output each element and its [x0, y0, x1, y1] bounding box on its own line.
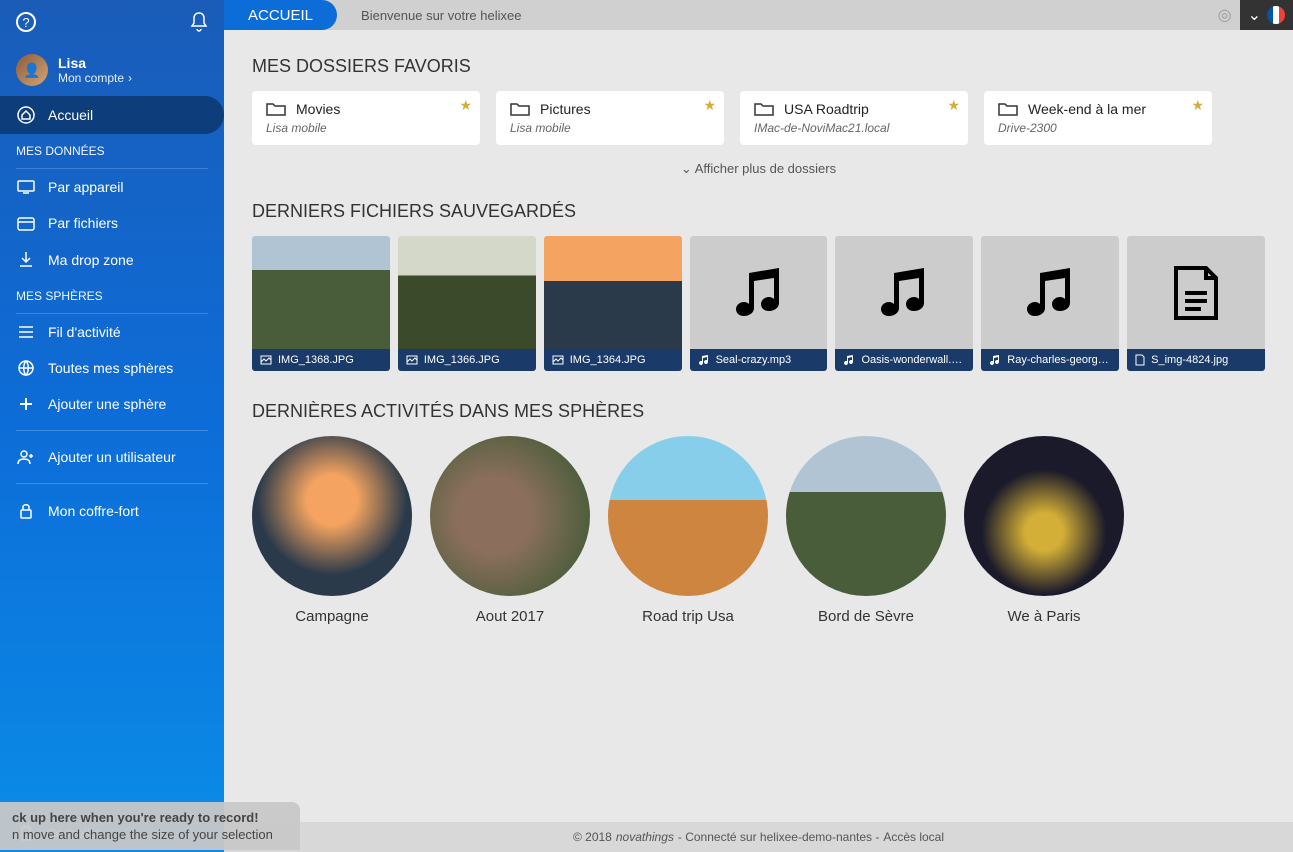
file-card[interactable]: Seal-crazy.mp3: [690, 236, 828, 371]
file-label: Oasis-wonderwall.…: [835, 349, 973, 371]
folder-card[interactable]: ★ Pictures Lisa mobile: [496, 91, 724, 145]
footer: © 2018 novathings - Connecté sur helixee…: [224, 822, 1293, 852]
local-access-link[interactable]: Accès local: [883, 830, 944, 844]
nav-home[interactable]: Accueil: [0, 96, 224, 134]
target-icon[interactable]: ◎: [1218, 5, 1232, 25]
folder-card[interactable]: ★ USA Roadtrip IMac-de-NoviMac21.local: [740, 91, 968, 145]
file-card[interactable]: S_img-4824.jpg: [1127, 236, 1265, 371]
folder-card[interactable]: ★ Movies Lisa mobile: [252, 91, 480, 145]
dropzone-icon: [16, 251, 36, 269]
profile-name: Lisa: [58, 55, 132, 71]
file-card[interactable]: IMG_1364.JPG: [544, 236, 682, 371]
main-content: MES DOSSIERS FAVORIS ★ Movies Lisa mobil…: [224, 30, 1293, 822]
sphere-name: We à Paris: [1007, 608, 1080, 625]
show-more-folders[interactable]: ⌄ Afficher plus de dossiers: [252, 161, 1265, 177]
folder-source: Drive-2300: [998, 121, 1198, 135]
sphere-name: Bord de Sèvre: [818, 608, 914, 625]
sphere-thumbnail: [964, 436, 1124, 596]
nav-vault[interactable]: Mon coffre-fort: [0, 492, 224, 530]
folder-name: Movies: [296, 101, 340, 117]
nav-by-files[interactable]: Par fichiers: [0, 205, 224, 241]
star-icon[interactable]: ★: [1191, 97, 1204, 114]
nav-activity-feed[interactable]: Fil d'activité: [0, 314, 224, 350]
folder-icon: [998, 101, 1018, 117]
sphere-item[interactable]: Bord de Sèvre: [786, 436, 946, 625]
sphere-item[interactable]: Road trip Usa: [608, 436, 768, 625]
nav-by-device[interactable]: Par appareil: [0, 169, 224, 205]
star-icon[interactable]: ★: [703, 97, 716, 114]
plus-icon: [16, 396, 36, 412]
files-icon: [16, 215, 36, 231]
help-icon[interactable]: ?: [16, 12, 36, 32]
file-label: IMG_1364.JPG: [544, 349, 682, 371]
folder-card[interactable]: ★ Week-end à la mer Drive-2300: [984, 91, 1212, 145]
sphere-thumbnail: [786, 436, 946, 596]
folder-icon: [510, 101, 530, 117]
section-my-spheres: MES SPHÈRES: [16, 279, 208, 314]
recording-overlay: ck up here when you're ready to record! …: [0, 802, 300, 850]
device-icon: [16, 180, 36, 194]
sphere-item[interactable]: Aout 2017: [430, 436, 590, 625]
folder-icon: [266, 101, 286, 117]
folder-icon: [754, 101, 774, 117]
nav-all-spheres[interactable]: Toutes mes sphères: [0, 350, 224, 386]
sidebar: ? 👤 Lisa Mon compte › Accueil MES DONNÉE…: [0, 0, 224, 852]
folder-name: USA Roadtrip: [784, 101, 869, 117]
file-label: Ray-charles-georgi…: [981, 349, 1119, 371]
star-icon[interactable]: ★: [459, 97, 472, 114]
file-card[interactable]: IMG_1366.JPG: [398, 236, 536, 371]
folder-name: Week-end à la mer: [1028, 101, 1146, 117]
lock-icon: [16, 502, 36, 520]
globe-icon: [16, 360, 36, 376]
file-card[interactable]: Ray-charles-georgi…: [981, 236, 1119, 371]
sphere-thumbnail: [430, 436, 590, 596]
file-card[interactable]: Oasis-wonderwall.…: [835, 236, 973, 371]
language-switcher[interactable]: ⌄: [1240, 0, 1293, 30]
file-label: S_img-4824.jpg: [1127, 349, 1265, 371]
welcome-text: Bienvenue sur votre helixee: [361, 8, 521, 23]
folder-name: Pictures: [540, 101, 591, 117]
list-icon: [16, 325, 36, 339]
sphere-name: Aout 2017: [476, 608, 544, 625]
chevron-right-icon: ›: [128, 71, 132, 85]
profile[interactable]: 👤 Lisa Mon compte ›: [0, 44, 224, 96]
home-icon: [16, 106, 36, 124]
file-label: IMG_1366.JPG: [398, 349, 536, 371]
add-user-icon: [16, 449, 36, 465]
star-icon[interactable]: ★: [947, 97, 960, 114]
file-label: IMG_1368.JPG: [252, 349, 390, 371]
file-label: Seal-crazy.mp3: [690, 349, 828, 371]
avatar: 👤: [16, 54, 48, 86]
flag-fr-icon: [1267, 6, 1285, 24]
profile-account-link[interactable]: Mon compte ›: [58, 71, 132, 85]
nav-dropzone[interactable]: Ma drop zone: [0, 241, 224, 279]
company-name[interactable]: novathings: [616, 830, 674, 844]
notification-icon[interactable]: [190, 12, 208, 32]
folder-source: IMac-de-NoviMac21.local: [754, 121, 954, 135]
nav-add-user[interactable]: Ajouter un utilisateur: [0, 439, 224, 475]
file-card[interactable]: IMG_1368.JPG: [252, 236, 390, 371]
section-my-data: MES DONNÉES: [16, 134, 208, 169]
recent-files-title: DERNIERS FICHIERS SAUVEGARDÉS: [252, 201, 1265, 222]
sphere-item[interactable]: Campagne: [252, 436, 412, 625]
sphere-thumbnail: [252, 436, 412, 596]
chevron-down-icon: ⌄: [1248, 5, 1261, 25]
sphere-thumbnail: [608, 436, 768, 596]
nav-add-sphere[interactable]: Ajouter une sphère: [0, 386, 224, 422]
folder-source: Lisa mobile: [510, 121, 710, 135]
topbar: ACCUEIL Bienvenue sur votre helixee ◎ ⌄: [224, 0, 1293, 30]
folder-source: Lisa mobile: [266, 121, 466, 135]
activities-title: DERNIÈRES ACTIVITÉS DANS MES SPHÈRES: [252, 401, 1265, 422]
favorites-title: MES DOSSIERS FAVORIS: [252, 56, 1265, 77]
sphere-item[interactable]: We à Paris: [964, 436, 1124, 625]
sphere-name: Campagne: [295, 608, 368, 625]
tab-home[interactable]: ACCUEIL: [224, 0, 337, 30]
sphere-name: Road trip Usa: [642, 608, 734, 625]
